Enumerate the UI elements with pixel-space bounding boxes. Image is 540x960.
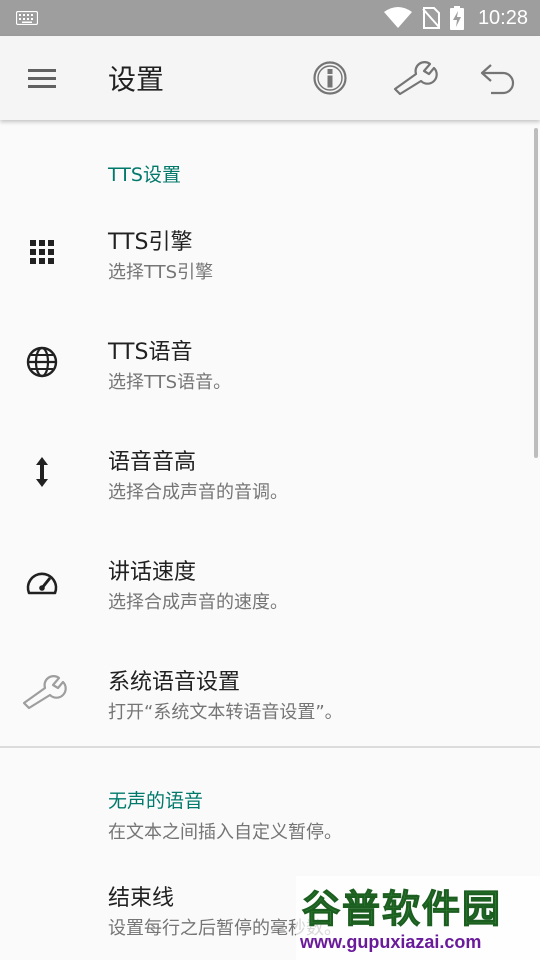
watermark: 谷普软件园 www.gupuxiazai.com bbox=[296, 876, 540, 960]
category-header-silence: 无声的语音 bbox=[108, 790, 204, 812]
menu-icon[interactable] bbox=[28, 67, 56, 89]
setting-system-tts[interactable]: 系统语音设置 打开“系统文本转语音设置”。 bbox=[0, 640, 540, 750]
undo-icon bbox=[480, 64, 515, 95]
watermark-name: 谷普软件园 bbox=[301, 887, 503, 932]
globe-icon bbox=[22, 342, 62, 382]
setting-title: TTS引擎 bbox=[108, 230, 193, 255]
setting-title: TTS语音 bbox=[108, 340, 193, 365]
setting-pitch[interactable]: 语音音高 选择合成声音的音调。 bbox=[0, 420, 540, 530]
wrench-button[interactable] bbox=[392, 58, 438, 98]
settings-list[interactable]: TTS设置 TTS引擎 选择TTS引擎 TTS语音 选择TTS语音。 语音音高 … bbox=[0, 120, 540, 960]
status-time: 10:28 bbox=[477, 6, 528, 29]
wrench-icon bbox=[20, 672, 68, 712]
setting-tts-voice[interactable]: TTS语音 选择TTS语音。 bbox=[0, 310, 540, 420]
setting-tts-engine[interactable]: TTS引擎 选择TTS引擎 bbox=[0, 200, 540, 310]
no-sim-icon bbox=[422, 7, 440, 29]
category-summary: 在文本之间插入自定义暂停。 bbox=[108, 822, 342, 843]
setting-title: 结束线 bbox=[108, 886, 175, 911]
grid-icon bbox=[22, 232, 62, 272]
status-bar: 10:28 bbox=[0, 0, 540, 36]
setting-title: 语音音高 bbox=[108, 450, 197, 475]
setting-title: 讲话速度 bbox=[108, 560, 197, 585]
battery-charging-icon bbox=[449, 6, 464, 30]
wrench-icon bbox=[393, 61, 438, 96]
undo-button[interactable] bbox=[478, 58, 518, 98]
watermark-url: www.gupuxiazai.com bbox=[300, 932, 482, 952]
setting-summary: 选择合成声音的速度。 bbox=[108, 592, 288, 613]
app-bar: 设置 bbox=[0, 36, 540, 120]
category-header-tts: TTS设置 bbox=[108, 164, 181, 186]
setting-summary: 选择合成声音的音调。 bbox=[108, 482, 288, 503]
scrollbar[interactable] bbox=[534, 128, 538, 458]
page-title: 设置 bbox=[108, 63, 165, 96]
info-icon bbox=[313, 61, 347, 95]
wifi-icon bbox=[383, 7, 412, 28]
setting-summary: 打开“系统文本转语音设置”。 bbox=[108, 702, 343, 723]
section-divider bbox=[0, 746, 540, 748]
info-button[interactable] bbox=[310, 58, 350, 98]
speedometer-icon bbox=[22, 562, 62, 602]
vertical-arrows-icon bbox=[22, 452, 62, 492]
setting-summary: 选择TTS语音。 bbox=[108, 372, 232, 393]
setting-title: 系统语音设置 bbox=[108, 670, 241, 695]
keyboard-icon bbox=[16, 11, 38, 25]
setting-speech-rate[interactable]: 讲话速度 选择合成声音的速度。 bbox=[0, 530, 540, 640]
setting-summary: 选择TTS引擎 bbox=[108, 262, 214, 283]
